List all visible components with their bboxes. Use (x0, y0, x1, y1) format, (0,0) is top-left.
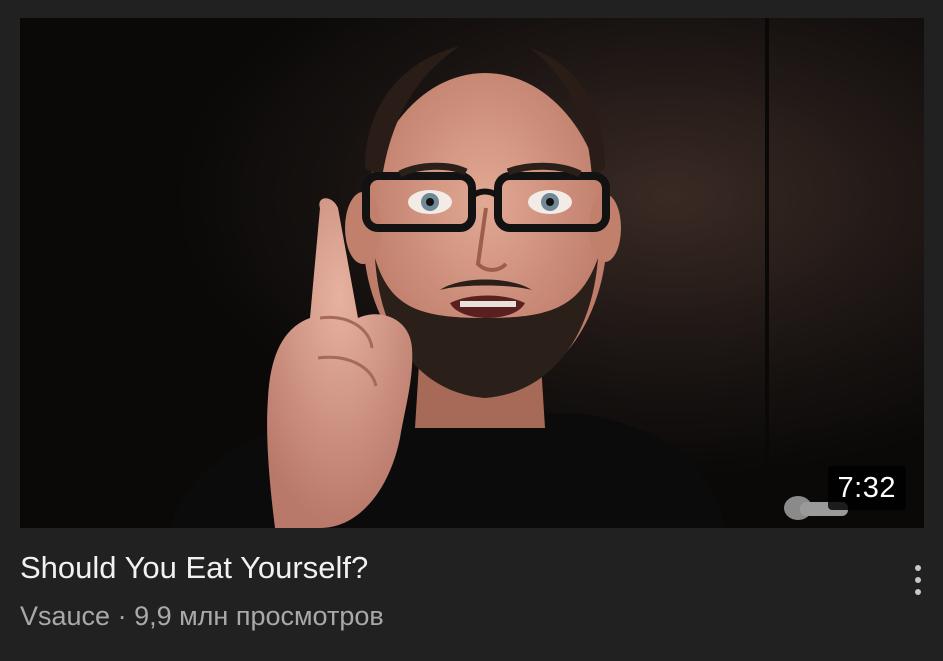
video-card: 7:32 Should You Eat Yourself? Vsauce · 9… (0, 0, 943, 661)
video-subline: Vsauce · 9,9 млн просмотров (20, 600, 880, 632)
video-title[interactable]: Should You Eat Yourself? (20, 548, 880, 588)
video-metadata: Should You Eat Yourself? Vsauce · 9,9 мл… (20, 548, 880, 632)
view-count: 9,9 млн просмотров (134, 601, 384, 631)
more-dot (915, 589, 921, 595)
video-thumbnail[interactable]: 7:32 (20, 18, 924, 528)
more-dot (915, 565, 921, 571)
channel-name[interactable]: Vsauce (20, 601, 110, 631)
duration-badge: 7:32 (827, 466, 906, 510)
thumbnail-image (20, 18, 924, 528)
subline-separator: · (110, 601, 135, 631)
more-vert-icon[interactable] (898, 556, 938, 604)
more-dot (915, 577, 921, 583)
